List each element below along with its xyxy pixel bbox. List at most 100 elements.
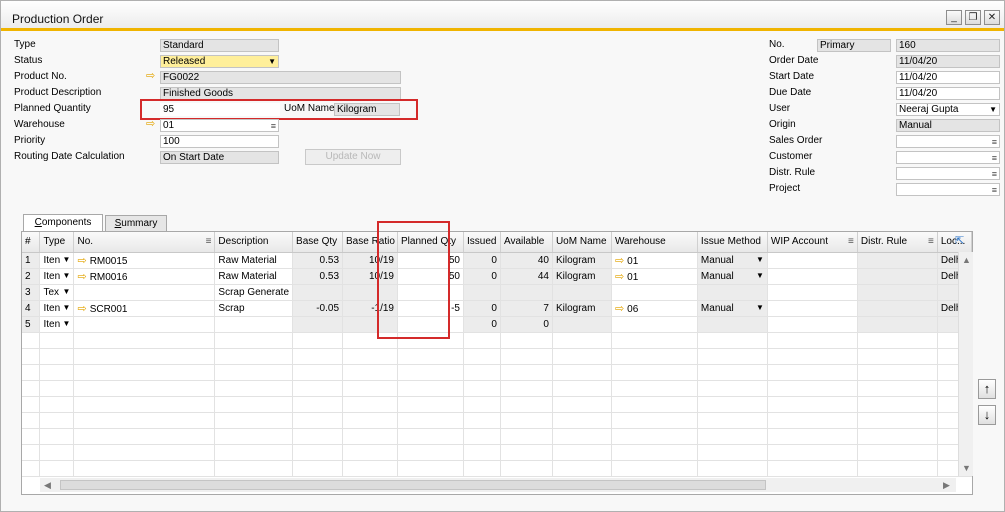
table-cell[interactable] (342, 412, 398, 429)
table-cell[interactable] (463, 412, 501, 429)
table-cell[interactable] (767, 348, 858, 365)
table-cell[interactable] (214, 348, 294, 365)
table-cell[interactable]: Kilogram (552, 252, 612, 269)
table-cell[interactable] (767, 252, 858, 269)
table-cell[interactable] (552, 332, 612, 349)
table-cell[interactable] (500, 332, 553, 349)
table-cell[interactable]: 2 (22, 268, 41, 285)
table-cell[interactable] (611, 412, 698, 429)
table-cell[interactable] (500, 284, 553, 301)
table-cell[interactable] (500, 380, 553, 397)
table-cell[interactable] (73, 284, 216, 301)
table-cell[interactable]: Iten ▼ (39, 316, 75, 333)
table-cell[interactable]: 3 (22, 284, 41, 301)
table-cell[interactable]: ⇨ SCR001 (73, 300, 216, 317)
table-cell[interactable] (611, 444, 698, 461)
restore-button[interactable]: ❐ (965, 10, 981, 25)
sales-order-field[interactable]: ≡ (896, 135, 1000, 148)
table-cell[interactable] (292, 380, 344, 397)
table-cell[interactable] (22, 460, 41, 477)
table-cell[interactable] (214, 412, 294, 429)
table-cell[interactable] (857, 396, 938, 413)
table-cell[interactable] (463, 348, 501, 365)
table-cell[interactable] (767, 460, 858, 477)
table-row[interactable] (22, 332, 973, 349)
table-cell[interactable]: Manual ▼ (697, 300, 768, 317)
close-button[interactable]: ✕ (984, 10, 1000, 25)
table-cell[interactable] (767, 300, 858, 317)
table-row[interactable] (22, 412, 973, 429)
list-icon[interactable]: ≡ (206, 236, 212, 247)
scroll-left-icon[interactable]: ◀ (44, 480, 51, 491)
table-row[interactable] (22, 380, 973, 397)
table-cell[interactable]: 0 (463, 300, 501, 317)
table-cell[interactable] (857, 412, 938, 429)
table-cell[interactable] (767, 444, 858, 461)
table-cell[interactable] (857, 348, 938, 365)
list-icon[interactable]: ≡ (848, 236, 854, 247)
link-arrow-icon[interactable]: ⇨ (146, 119, 158, 130)
table-cell[interactable] (292, 316, 344, 333)
table-cell[interactable] (463, 444, 501, 461)
chevron-down-icon[interactable]: ▼ (756, 255, 764, 264)
table-cell[interactable] (214, 396, 294, 413)
table-cell[interactable] (767, 284, 858, 301)
table-cell[interactable]: Raw Material (214, 268, 294, 285)
table-cell[interactable] (552, 460, 612, 477)
table-cell[interactable] (857, 284, 938, 301)
table-cell[interactable]: ⇨ RM0015 (73, 252, 216, 269)
link-arrow-icon[interactable]: ⇨ (146, 71, 158, 82)
due-date-field[interactable]: 11/04/20 (896, 87, 1000, 100)
table-cell[interactable] (342, 396, 398, 413)
table-row[interactable] (22, 428, 973, 445)
table-cell[interactable] (767, 332, 858, 349)
table-cell[interactable] (463, 332, 501, 349)
table-cell[interactable] (22, 348, 41, 365)
status-select[interactable]: Released ▼ (160, 55, 279, 68)
table-cell[interactable] (22, 444, 41, 461)
table-cell[interactable] (342, 364, 398, 381)
column-header[interactable]: WIP Account ≡ (767, 232, 858, 253)
table-row[interactable]: 3 Tex ▼ Scrap Generate (22, 284, 973, 301)
table-cell[interactable] (463, 428, 501, 445)
table-cell[interactable] (39, 428, 75, 445)
table-cell[interactable] (697, 444, 768, 461)
table-cell[interactable] (39, 380, 75, 397)
table-cell[interactable] (292, 396, 344, 413)
table-cell[interactable] (214, 380, 294, 397)
table-cell[interactable] (463, 364, 501, 381)
table-cell[interactable] (857, 268, 938, 285)
scrollbar-thumb[interactable] (60, 480, 766, 490)
table-cell[interactable]: ⇨ 01 (611, 268, 698, 285)
table-cell[interactable]: 7 (500, 300, 553, 317)
table-cell[interactable] (857, 316, 938, 333)
table-row[interactable] (22, 364, 973, 381)
table-cell[interactable] (500, 412, 553, 429)
table-row[interactable]: 1 Iten ▼ ⇨ RM0015 Raw Material 0.53 10/19 50 0 40 K… (22, 252, 973, 269)
table-cell[interactable]: Scrap Generate (214, 284, 294, 301)
table-cell[interactable] (611, 284, 698, 301)
table-cell[interactable] (611, 396, 698, 413)
table-cell[interactable] (397, 380, 464, 397)
table-cell[interactable] (767, 364, 858, 381)
table-cell[interactable] (500, 460, 553, 477)
table-cell[interactable] (397, 412, 464, 429)
table-cell[interactable] (214, 332, 294, 349)
table-row[interactable]: 5 Iten ▼ 0 0 (22, 316, 973, 333)
table-cell[interactable] (39, 364, 75, 381)
table-cell[interactable] (22, 364, 41, 381)
table-cell[interactable] (292, 412, 344, 429)
column-header[interactable]: Issued (463, 232, 501, 253)
table-cell[interactable] (767, 268, 858, 285)
table-cell[interactable]: ⇨ 06 (611, 300, 698, 317)
table-cell[interactable] (73, 412, 216, 429)
table-row[interactable]: 4 Iten ▼ ⇨ SCR001 Scrap -0.05 -1/19 -5 0 7 Kilogram… (22, 300, 973, 317)
table-row[interactable] (22, 444, 973, 461)
table-cell[interactable] (697, 396, 768, 413)
table-cell[interactable] (39, 348, 75, 365)
table-cell[interactable]: 0 (463, 268, 501, 285)
column-header[interactable]: Available (500, 232, 553, 253)
table-cell[interactable] (214, 444, 294, 461)
table-cell[interactable] (73, 396, 216, 413)
table-cell[interactable]: ⇨ 01 (611, 252, 698, 269)
